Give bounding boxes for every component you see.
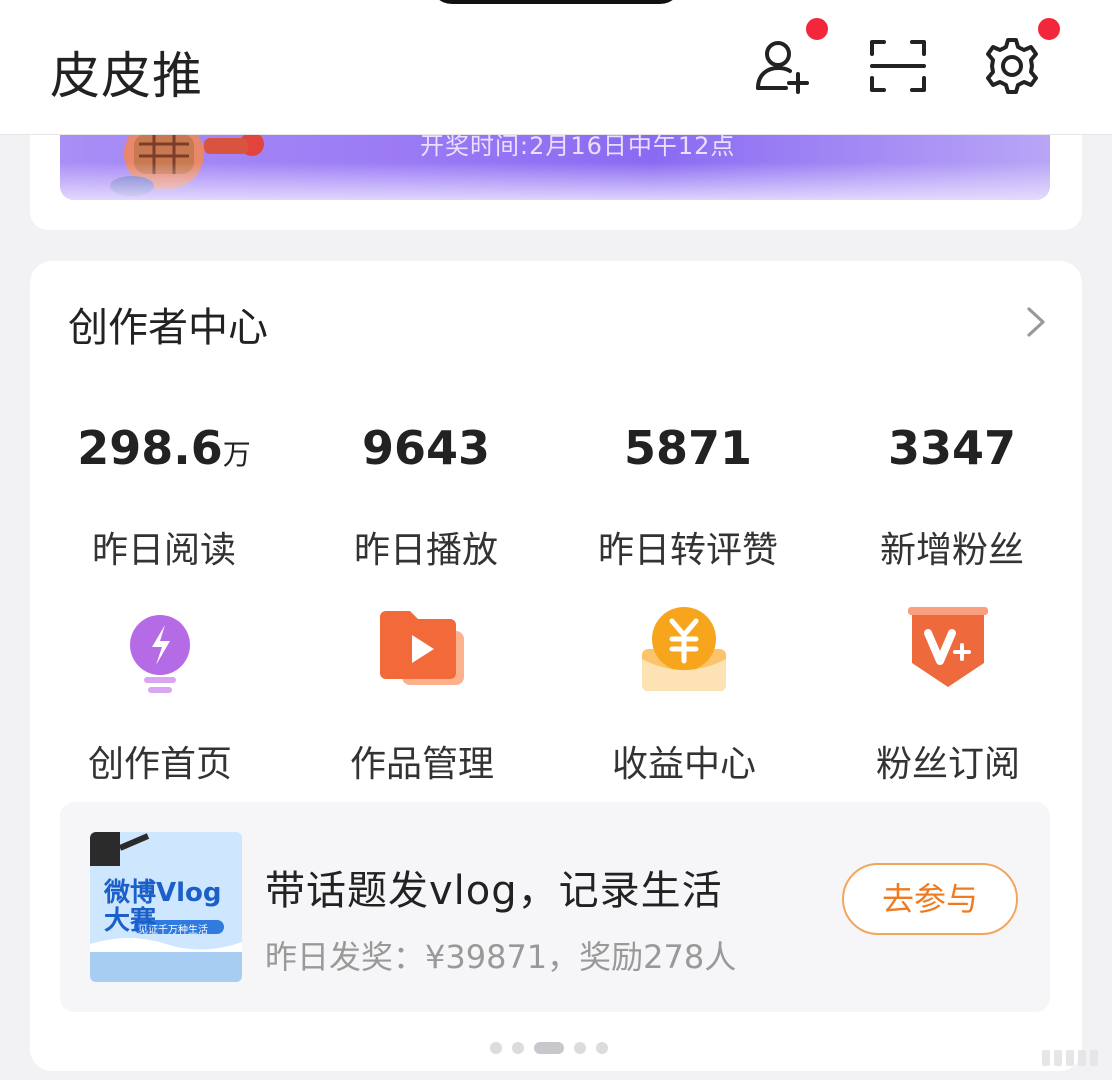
tool-label: 作品管理	[349, 744, 494, 785]
add-user-icon	[756, 41, 809, 94]
camera-notch	[430, 0, 682, 4]
creator-center-title[interactable]: 创作者中心	[68, 295, 268, 353]
stat-value: 5871	[623, 421, 753, 475]
v-plus-badge-icon	[908, 607, 988, 687]
stat-value: 3347	[887, 421, 1017, 475]
carousel-dot[interactable]	[490, 1041, 502, 1054]
event-banner[interactable]: 开奖时间:2月16日中午12点	[60, 134, 1050, 200]
stat-value: 9643	[361, 421, 491, 475]
stat-label: 昨日播放	[353, 530, 498, 571]
thumb-tag: 见证千万种生活	[138, 925, 208, 936]
carousel-dot-active[interactable]	[534, 1041, 564, 1054]
tool-earnings-center[interactable]: 收益中心	[554, 601, 814, 787]
stat-new-followers[interactable]: 3347 新增粉丝	[822, 421, 1082, 571]
chevron-right-icon[interactable]	[1023, 305, 1049, 339]
notification-dot	[1036, 16, 1062, 42]
carousel-dot[interactable]	[574, 1041, 586, 1054]
stat-label: 昨日阅读	[91, 530, 236, 571]
notification-dot	[804, 16, 830, 42]
tool-label: 收益中心	[611, 744, 756, 785]
tool-works-management[interactable]: 作品管理	[292, 601, 552, 787]
scan-icon	[870, 40, 926, 92]
top-header: 皮皮推	[0, 0, 1112, 134]
lightbulb-icon	[130, 615, 190, 693]
stat-label: 昨日转评赞	[597, 530, 778, 571]
watermark-icon	[1042, 1050, 1098, 1066]
stat-yesterday-reads[interactable]: 298.6万 昨日阅读	[34, 421, 294, 571]
carousel-dot[interactable]	[512, 1041, 524, 1054]
stat-yesterday-plays[interactable]: 9643 昨日播放	[296, 421, 556, 571]
yuan-coin-icon	[642, 607, 726, 691]
tool-fan-subscription[interactable]: 粉丝订阅	[818, 601, 1078, 787]
scan-button[interactable]	[868, 36, 928, 96]
settings-icon	[986, 38, 1038, 94]
promo-subtitle: 昨日发奖：¥39871，奖励278人	[265, 938, 737, 976]
creator-center-card: 创作者中心 298.6万 昨日阅读 9643 昨日播放 5871 昨日转评赞 3…	[30, 261, 1082, 1071]
video-folder-icon	[380, 611, 464, 685]
stat-value: 298.6	[77, 421, 223, 475]
app-title: 皮皮推	[50, 47, 203, 105]
add-user-button[interactable]	[752, 16, 830, 96]
carousel-pagination	[490, 1037, 618, 1054]
vlog-contest-thumbnail: 微博Vlog 大赛 见证千万种生活	[90, 832, 242, 982]
carousel-dot[interactable]	[596, 1041, 608, 1054]
promo-title: 带话题发vlog，记录生活	[265, 868, 723, 914]
banner-cloud	[60, 162, 1050, 200]
tool-label: 创作首页	[87, 744, 232, 785]
settings-button[interactable]	[982, 16, 1062, 96]
banner-text: 开奖时间:2月16日中午12点	[420, 134, 736, 160]
vlog-promo-card[interactable]: 微博Vlog 大赛 见证千万种生活 带话题发vlog，记录生活 昨日发奖：¥39…	[60, 802, 1050, 1012]
stat-label: 新增粉丝	[879, 530, 1024, 571]
tool-label: 粉丝订阅	[875, 744, 1020, 785]
stat-yesterday-engagement[interactable]: 5871 昨日转评赞	[558, 421, 818, 571]
tool-creation-home[interactable]: 创作首页	[30, 601, 290, 787]
stat-unit: 万	[222, 438, 251, 471]
join-button[interactable]: 去参与	[842, 863, 1018, 935]
